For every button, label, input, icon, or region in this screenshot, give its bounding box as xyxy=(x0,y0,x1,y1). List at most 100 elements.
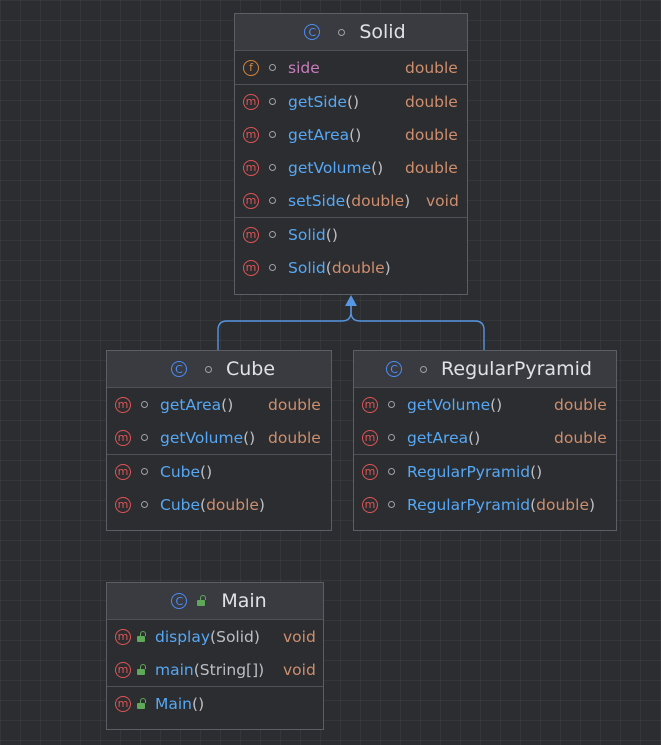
class-solid[interactable]: C Solid f side double m getSide() double… xyxy=(234,13,468,295)
package-visibility-icon xyxy=(269,98,276,105)
constructor-row[interactable]: m Solid(double) xyxy=(235,251,467,284)
class-name: RegularPyramid xyxy=(441,358,592,380)
class-cube[interactable]: C Cube m getArea() double m getVolume() … xyxy=(106,350,332,531)
class-icon: C xyxy=(171,593,188,609)
method-row[interactable]: m getVolume() double xyxy=(107,421,331,454)
constructor-name: RegularPyramid xyxy=(407,462,531,481)
method-row[interactable]: m setSide(double) void xyxy=(235,184,467,217)
method-icon: m xyxy=(115,496,131,513)
constructor-row[interactable]: m Solid() xyxy=(235,218,467,251)
inheritance-arrowhead xyxy=(345,295,357,306)
constructor-row[interactable]: m RegularPyramid(double) xyxy=(354,488,616,521)
method-icon: m xyxy=(362,396,378,413)
method-name: setSide xyxy=(288,191,346,210)
return-type: double xyxy=(405,158,458,177)
paren-close: ) xyxy=(206,462,213,481)
paren-close: ) xyxy=(198,694,205,713)
paren-close: ) xyxy=(496,395,503,414)
method-icon: m xyxy=(362,463,378,480)
field-icon: f xyxy=(243,59,259,76)
method-icon: m xyxy=(243,192,259,209)
method-row[interactable]: m getArea() double xyxy=(107,388,331,421)
paren-close: ) xyxy=(253,627,260,646)
constructor-name: Solid xyxy=(288,225,326,244)
method-name: getArea xyxy=(407,428,469,447)
class-cube-header[interactable]: C Cube xyxy=(107,351,331,388)
package-visibility-icon xyxy=(141,501,148,508)
class-name: Solid xyxy=(359,21,406,43)
method-icon: m xyxy=(115,396,131,413)
method-icon: m xyxy=(243,126,259,143)
constructor-params: double xyxy=(536,495,589,514)
method-row[interactable]: m getVolume() double xyxy=(354,388,616,421)
constructor-row[interactable]: m Cube(double) xyxy=(107,488,331,521)
method-row[interactable]: m getArea() double xyxy=(354,421,616,454)
class-icon: C xyxy=(304,24,321,40)
paren-close: ) xyxy=(536,462,543,481)
field-name: side xyxy=(288,58,320,77)
field-type: double xyxy=(405,58,458,77)
method-name: getArea xyxy=(288,125,350,144)
method-params: Solid xyxy=(216,627,254,646)
package-visibility-icon xyxy=(141,434,148,441)
return-type: double xyxy=(554,428,607,447)
method-row[interactable]: m main(String[]) void xyxy=(107,653,323,686)
paren-close: ) xyxy=(227,395,234,414)
method-name: getArea xyxy=(160,395,222,414)
method-row[interactable]: m getSide() double xyxy=(235,85,467,118)
paren-close: ) xyxy=(404,191,411,210)
edge-cube-to-solid xyxy=(217,305,352,350)
method-icon: m xyxy=(115,661,131,678)
class-regular-pyramid-header[interactable]: C RegularPyramid xyxy=(354,351,616,388)
package-visibility-icon xyxy=(338,28,346,36)
paren-close: ) xyxy=(588,495,596,514)
return-type: double xyxy=(405,125,458,144)
constructor-row[interactable]: m Main() xyxy=(107,687,323,720)
method-icon: m xyxy=(115,695,131,712)
package-visibility-icon xyxy=(388,401,395,408)
method-row[interactable]: m getVolume() double xyxy=(235,151,467,184)
constructors-section: m Solid() m Solid(double) xyxy=(235,218,467,284)
return-type: double xyxy=(268,395,321,414)
package-visibility-icon xyxy=(388,501,395,508)
method-row[interactable]: m display(Solid) void xyxy=(107,620,323,653)
method-name: getVolume xyxy=(407,395,491,414)
constructors-section: m Cube() m Cube(double) xyxy=(107,455,331,521)
class-regular-pyramid[interactable]: C RegularPyramid m getVolume() double m … xyxy=(353,350,617,531)
class-main[interactable]: C Main m display(Solid) void m main(Stri… xyxy=(106,582,324,730)
fields-section: f side double xyxy=(235,51,467,85)
package-visibility-icon xyxy=(269,64,276,71)
paren-close: ) xyxy=(474,428,481,447)
method-icon: m xyxy=(115,628,131,645)
package-visibility-icon xyxy=(420,365,428,373)
package-visibility-icon xyxy=(269,164,276,171)
return-type: void xyxy=(426,191,459,210)
public-lock-icon xyxy=(137,630,147,643)
method-icon: m xyxy=(115,463,131,480)
constructors-section: m RegularPyramid() m RegularPyramid(doub… xyxy=(354,455,616,521)
paren-close: ) xyxy=(249,428,256,447)
return-type: void xyxy=(283,627,316,646)
package-visibility-icon xyxy=(269,231,276,238)
method-icon: m xyxy=(243,259,259,276)
paren-close: ) xyxy=(377,158,384,177)
paren-close: ) xyxy=(258,660,265,679)
method-icon: m xyxy=(243,159,259,176)
constructor-name: Cube xyxy=(160,495,201,514)
method-name: main xyxy=(155,660,194,679)
package-visibility-icon xyxy=(269,131,276,138)
field-row[interactable]: f side double xyxy=(235,51,467,84)
paren-close: ) xyxy=(355,125,362,144)
package-visibility-icon xyxy=(141,468,148,475)
constructor-name: Cube xyxy=(160,462,201,481)
method-row[interactable]: m getArea() double xyxy=(235,118,467,151)
constructor-row[interactable]: m Cube() xyxy=(107,455,331,488)
constructor-name: RegularPyramid xyxy=(407,495,531,514)
class-main-header[interactable]: C Main xyxy=(107,583,323,620)
class-solid-header[interactable]: C Solid xyxy=(235,14,467,51)
constructor-params: double xyxy=(331,258,385,277)
constructor-name: Main xyxy=(155,694,193,713)
paren-close: ) xyxy=(353,92,360,111)
constructor-row[interactable]: m RegularPyramid() xyxy=(354,455,616,488)
class-icon: C xyxy=(386,361,403,377)
